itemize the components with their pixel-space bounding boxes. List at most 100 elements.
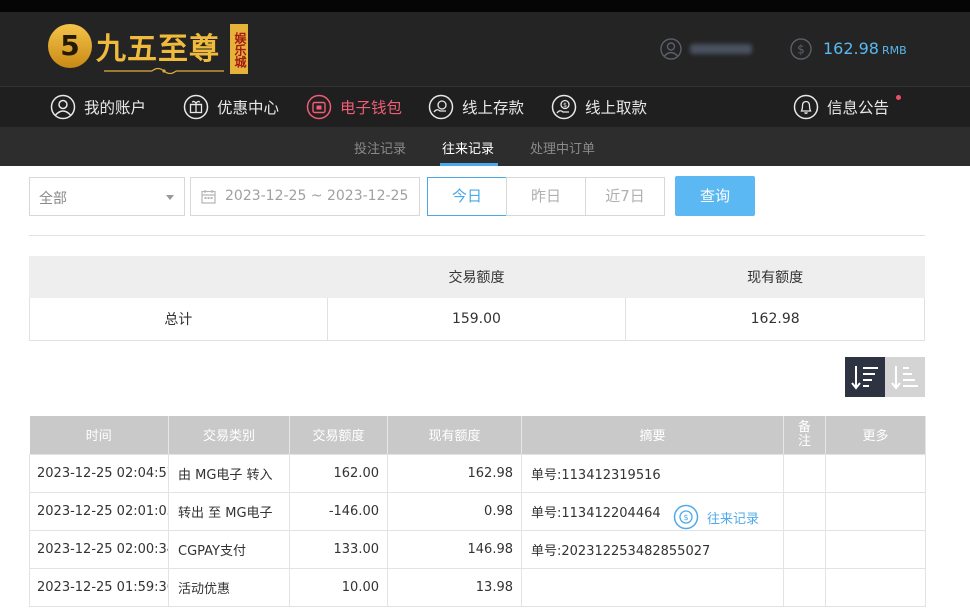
main-nav: 我的账户 优惠中心 电子钱包 线上存款 $ 线上取款 $ 往来记录 信息公告	[0, 86, 970, 530]
nav-label: 线上取款	[585, 99, 648, 117]
cell-time: 2023-12-25 02:01:05	[29, 491, 169, 531]
cell-summary	[521, 567, 784, 607]
cell-summary: 单号:113412319516	[521, 453, 784, 493]
balance-currency: RMB	[881, 44, 907, 57]
nav-label: 信息公告	[827, 99, 890, 117]
sort-ascending-icon	[891, 366, 918, 390]
cell-more	[825, 529, 926, 569]
nav-item-wallet[interactable]: 电子钱包	[306, 93, 402, 121]
cell-balance: 13.98	[387, 567, 522, 607]
table-row: 2023-12-25 01:59:36 活动优惠 10.00 13.98	[29, 567, 926, 607]
user-account[interactable]	[660, 38, 752, 60]
balance-display: $ 162.98 RMB	[790, 38, 920, 60]
range-yesterday-button[interactable]: 昨日	[506, 177, 586, 216]
column-header-more: 更多	[825, 416, 926, 454]
summary-current-total: 162.98	[625, 297, 925, 341]
cell-time: 2023-12-25 02:00:34	[29, 529, 169, 569]
cell-remark	[783, 453, 826, 493]
cell-amount: 133.00	[289, 529, 388, 569]
cell-remark	[783, 529, 826, 569]
summary-header-blank	[29, 256, 328, 298]
sort-asc-button[interactable]	[885, 357, 925, 397]
column-header-type: 交易类别	[168, 416, 290, 454]
cell-balance: 162.98	[387, 453, 522, 493]
range-today-button[interactable]: 今日	[427, 177, 507, 216]
nav-label: 电子钱包	[340, 99, 403, 117]
cell-more	[825, 453, 926, 493]
cell-time: 2023-12-25 01:59:36	[29, 567, 169, 607]
user-icon	[660, 38, 682, 60]
sub-nav: 投注记录 往来记录 处理中订单	[0, 127, 970, 166]
tab-bet-records[interactable]: 投注记录	[354, 138, 406, 157]
cell-more	[825, 567, 926, 607]
sort-desc-button[interactable]	[845, 357, 885, 397]
site-logo[interactable]: 5 九五至尊 娱乐城	[48, 22, 248, 78]
summary-trade-total: 159.00	[326, 297, 627, 341]
column-header-remark: 备注	[783, 416, 826, 454]
tab-pending-orders[interactable]: 处理中订单	[530, 138, 595, 157]
cell-remark	[783, 567, 826, 607]
bell-icon	[793, 94, 819, 120]
summary-header-current: 现有额度	[625, 256, 925, 298]
calendar-icon	[201, 190, 216, 204]
site-header: 5 九五至尊 娱乐城 $ 162.98 RMB	[0, 12, 970, 86]
logo-name: 九五至尊	[96, 32, 220, 67]
cell-type: CGPAY支付	[168, 529, 290, 569]
top-strip	[0, 0, 970, 12]
wallet-icon	[306, 94, 332, 120]
tab-transaction-records[interactable]: 往来记录	[442, 138, 494, 157]
cell-type: 活动优惠	[168, 567, 290, 607]
column-header-summary: 摘要	[521, 416, 784, 454]
cell-type: 转出 至 MG电子	[168, 491, 290, 531]
date-range-value: 2023-12-25 ~ 2023-12-25	[225, 188, 409, 204]
logo-tag: 娱乐城	[230, 24, 248, 74]
nav-item-account[interactable]: 我的账户	[50, 93, 146, 121]
type-select[interactable]: 全部	[29, 177, 185, 216]
deposit-icon	[428, 94, 454, 120]
active-tab-indicator	[440, 163, 498, 166]
svg-text:$: $	[563, 102, 567, 109]
table-row: 2023-12-25 02:04:57 由 MG电子 转入 162.00 162…	[29, 453, 926, 493]
column-header-balance: 现有额度	[387, 416, 522, 454]
nav-item-notice[interactable]: 信息公告	[793, 93, 902, 121]
query-button[interactable]: 查询	[675, 176, 755, 216]
cell-remark	[783, 491, 826, 531]
column-header-amount: 交易额度	[289, 416, 388, 454]
gift-icon	[183, 94, 209, 120]
cell-type: 由 MG电子 转入	[168, 453, 290, 493]
table-row: 2023-12-25 02:01:05 转出 至 MG电子 -146.00 0.…	[29, 491, 926, 531]
nav-item-promotions[interactable]: 优惠中心	[183, 93, 279, 121]
cell-balance: 0.98	[387, 491, 522, 531]
cell-amount: 162.00	[289, 453, 388, 493]
summary-header-row: 交易额度 现有额度	[29, 256, 925, 298]
nav-item-withdraw[interactable]: $ 线上取款	[551, 93, 647, 121]
withdraw-icon: $	[551, 94, 577, 120]
summary-table: 交易额度 现有额度 总计 159.00 162.98	[29, 256, 925, 341]
cell-amount: 10.00	[289, 567, 388, 607]
table-row: 2023-12-25 02:00:34 CGPAY支付 133.00 146.9…	[29, 529, 926, 569]
summary-total-row: 总计 159.00 162.98	[29, 297, 925, 341]
username-masked	[690, 44, 752, 54]
user-circle-icon	[50, 94, 76, 120]
cell-amount: -146.00	[289, 491, 388, 531]
cell-time: 2023-12-25 02:04:57	[29, 453, 169, 493]
notification-dot	[896, 95, 902, 100]
logo-badge: 5	[48, 24, 92, 68]
cell-summary: 单号:113412204464	[521, 491, 784, 531]
cell-summary: 单号:202312253482855027	[521, 529, 784, 569]
nav-label: 优惠中心	[217, 99, 280, 117]
nav-item-deposit[interactable]: 线上存款	[428, 93, 524, 121]
date-range-input[interactable]: 2023-12-25 ~ 2023-12-25	[190, 177, 420, 216]
column-header-remark-text: 备注	[797, 419, 811, 449]
svg-text:$: $	[797, 43, 805, 57]
cell-balance: 146.98	[387, 529, 522, 569]
nav-label: 我的账户	[84, 99, 147, 117]
nav-label: 线上存款	[462, 99, 525, 117]
range-7days-button[interactable]: 近7日	[585, 177, 665, 216]
balance-amount: 162.98 RMB	[823, 39, 907, 58]
column-header-time: 时间	[29, 416, 169, 454]
cell-more	[825, 491, 926, 531]
dollar-coin-icon: $	[790, 38, 812, 60]
sort-descending-icon	[851, 366, 878, 390]
divider	[29, 235, 925, 236]
